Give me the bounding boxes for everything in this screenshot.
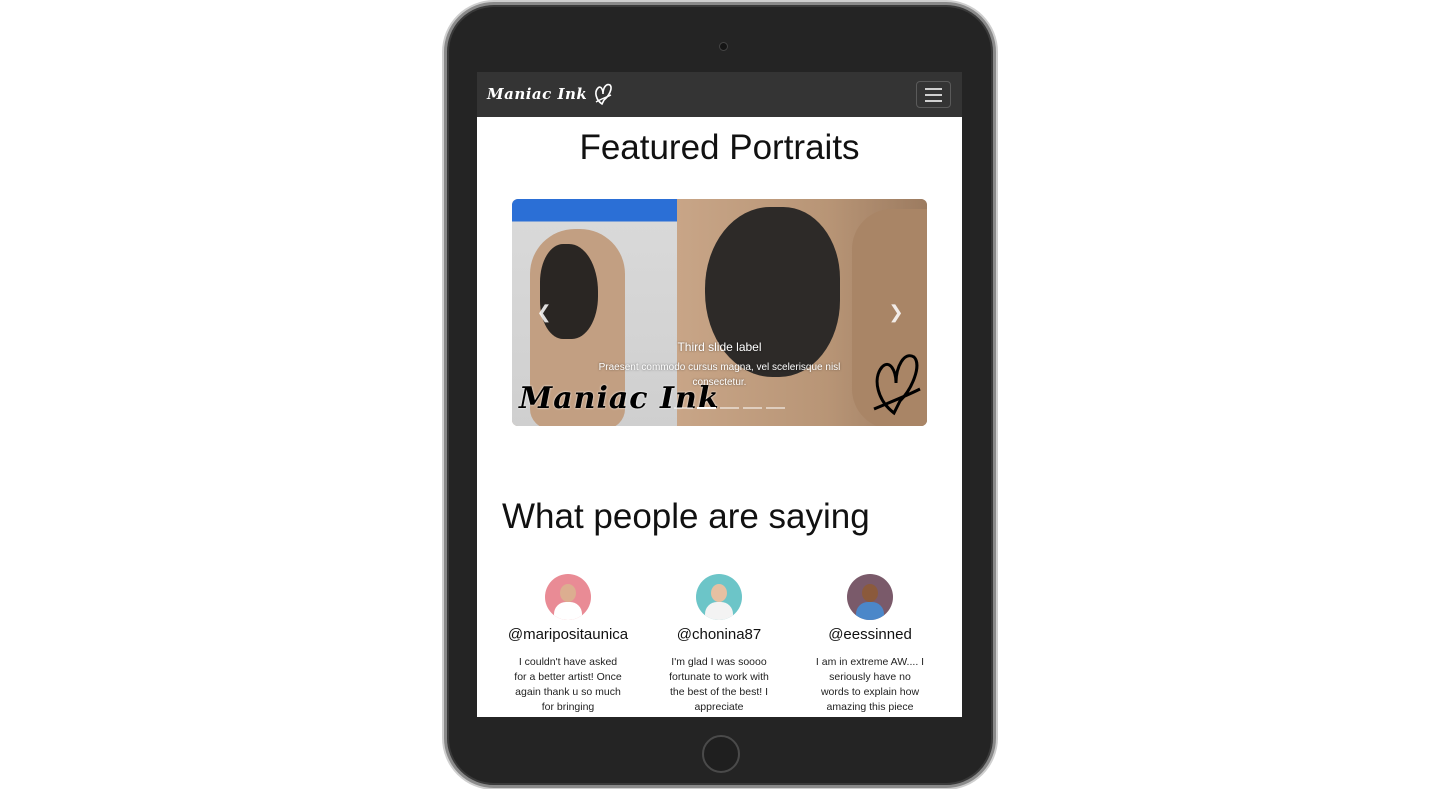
carousel-indicator[interactable]: [766, 407, 785, 409]
butterfly-icon: [595, 83, 613, 106]
menu-toggle-button[interactable]: [916, 81, 951, 108]
hamburger-icon-bar: [925, 87, 942, 90]
device-screen: Maniac Ink Featured Portraits Maniac Ink: [477, 72, 962, 717]
brand-name: Maniac Ink: [487, 85, 588, 103]
testimonial-card: @maripositaunica I couldn't have asked f…: [493, 574, 643, 715]
camera-icon: [719, 42, 728, 51]
carousel-caption: Third slide label Praesent commodo cursu…: [582, 340, 857, 390]
testimonial-handle: @chonina87: [676, 626, 762, 643]
caption-title: Third slide label: [677, 340, 762, 354]
carousel-indicator[interactable]: [743, 407, 762, 409]
butterfly-watermark-icon: [873, 354, 921, 416]
carousel-indicator[interactable]: [720, 407, 739, 409]
navbar: Maniac Ink: [477, 72, 962, 117]
testimonial-card: @eessinned I am in extreme AW.... I seri…: [795, 574, 945, 715]
carousel-indicators: [674, 407, 785, 409]
testimonial-quote: I'm glad I was soooo fortunate to work w…: [669, 656, 769, 713]
testimonial-handle: @maripositaunica: [507, 626, 629, 643]
testimonial-handle: @eessinned: [828, 626, 912, 643]
avatar: [847, 574, 893, 620]
hamburger-icon-bar: [925, 99, 942, 102]
portrait-carousel[interactable]: Maniac Ink ❮ ❯ Third slide label Praesen…: [512, 199, 927, 426]
home-button[interactable]: [702, 735, 740, 773]
testimonial-quote: I am in extreme AW.... I seriously have …: [815, 656, 925, 713]
brand-logo-link[interactable]: Maniac Ink: [487, 82, 613, 106]
caption-text: Praesent commodo cursus magna, vel scele…: [598, 362, 841, 388]
carousel-indicator[interactable]: [674, 407, 693, 409]
testimonials-title: What people are saying: [502, 497, 870, 536]
carousel-next-button[interactable]: ❯: [886, 302, 906, 322]
carousel-indicator[interactable]: [697, 407, 716, 409]
testimonial-card: @chonina87 I'm glad I was soooo fortunat…: [644, 574, 794, 715]
carousel-prev-button[interactable]: ❮: [534, 302, 554, 322]
hamburger-icon-bar: [925, 93, 942, 96]
avatar: [696, 574, 742, 620]
featured-title: Featured Portraits: [579, 128, 860, 167]
testimonial-quote: I couldn't have asked for a better artis…: [514, 656, 622, 713]
avatar: [545, 574, 591, 620]
